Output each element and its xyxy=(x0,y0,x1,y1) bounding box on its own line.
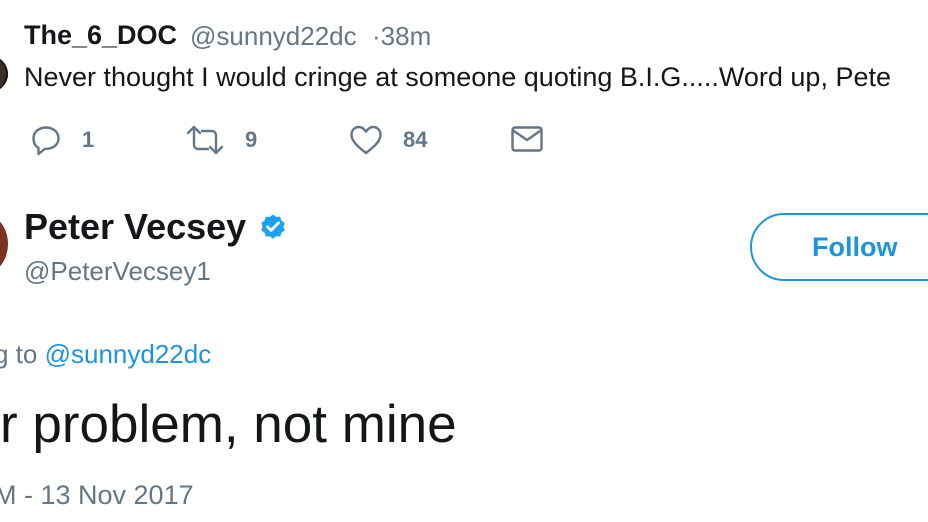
retweet-button[interactable]: 9 xyxy=(185,124,257,156)
main-tweet-handle[interactable]: @PeterVecsey1 xyxy=(24,256,211,287)
like-button[interactable]: 84 xyxy=(349,124,427,156)
replying-to-prefix: g to xyxy=(0,339,38,369)
main-tweet-text: r problem, not mine xyxy=(0,395,457,454)
like-icon xyxy=(349,124,383,156)
top-tweet-handle[interactable]: @sunnyd22dc xyxy=(190,21,357,52)
top-tweet-text: Never thought I would cringe at someone … xyxy=(24,62,891,92)
main-tweet-display-name[interactable]: Peter Vecsey xyxy=(24,206,246,248)
top-tweet-display-name[interactable]: The_6_DOC xyxy=(24,20,177,51)
reply-button[interactable]: 1 xyxy=(30,124,94,156)
retweet-icon xyxy=(185,124,225,156)
top-tweet-timestamp[interactable]: ·38m xyxy=(372,21,431,52)
reply-icon xyxy=(30,124,62,156)
replying-to-line: g to @sunnyd22dc xyxy=(0,339,211,370)
retweet-count: 9 xyxy=(245,127,258,152)
like-count: 84 xyxy=(403,127,428,152)
avatar-peter-vecsey[interactable] xyxy=(0,214,8,274)
avatar-the-6-doc[interactable] xyxy=(0,56,8,92)
main-tweet-timestamp[interactable]: M - 13 Nov 2017 xyxy=(0,480,194,511)
replying-to-handle-link[interactable]: @sunnyd22dc xyxy=(45,339,212,369)
direct-message-icon xyxy=(510,124,544,154)
verified-badge-icon xyxy=(258,213,288,243)
reply-count: 1 xyxy=(82,127,95,152)
direct-message-button[interactable] xyxy=(510,124,544,154)
follow-button[interactable]: Follow xyxy=(750,213,928,281)
